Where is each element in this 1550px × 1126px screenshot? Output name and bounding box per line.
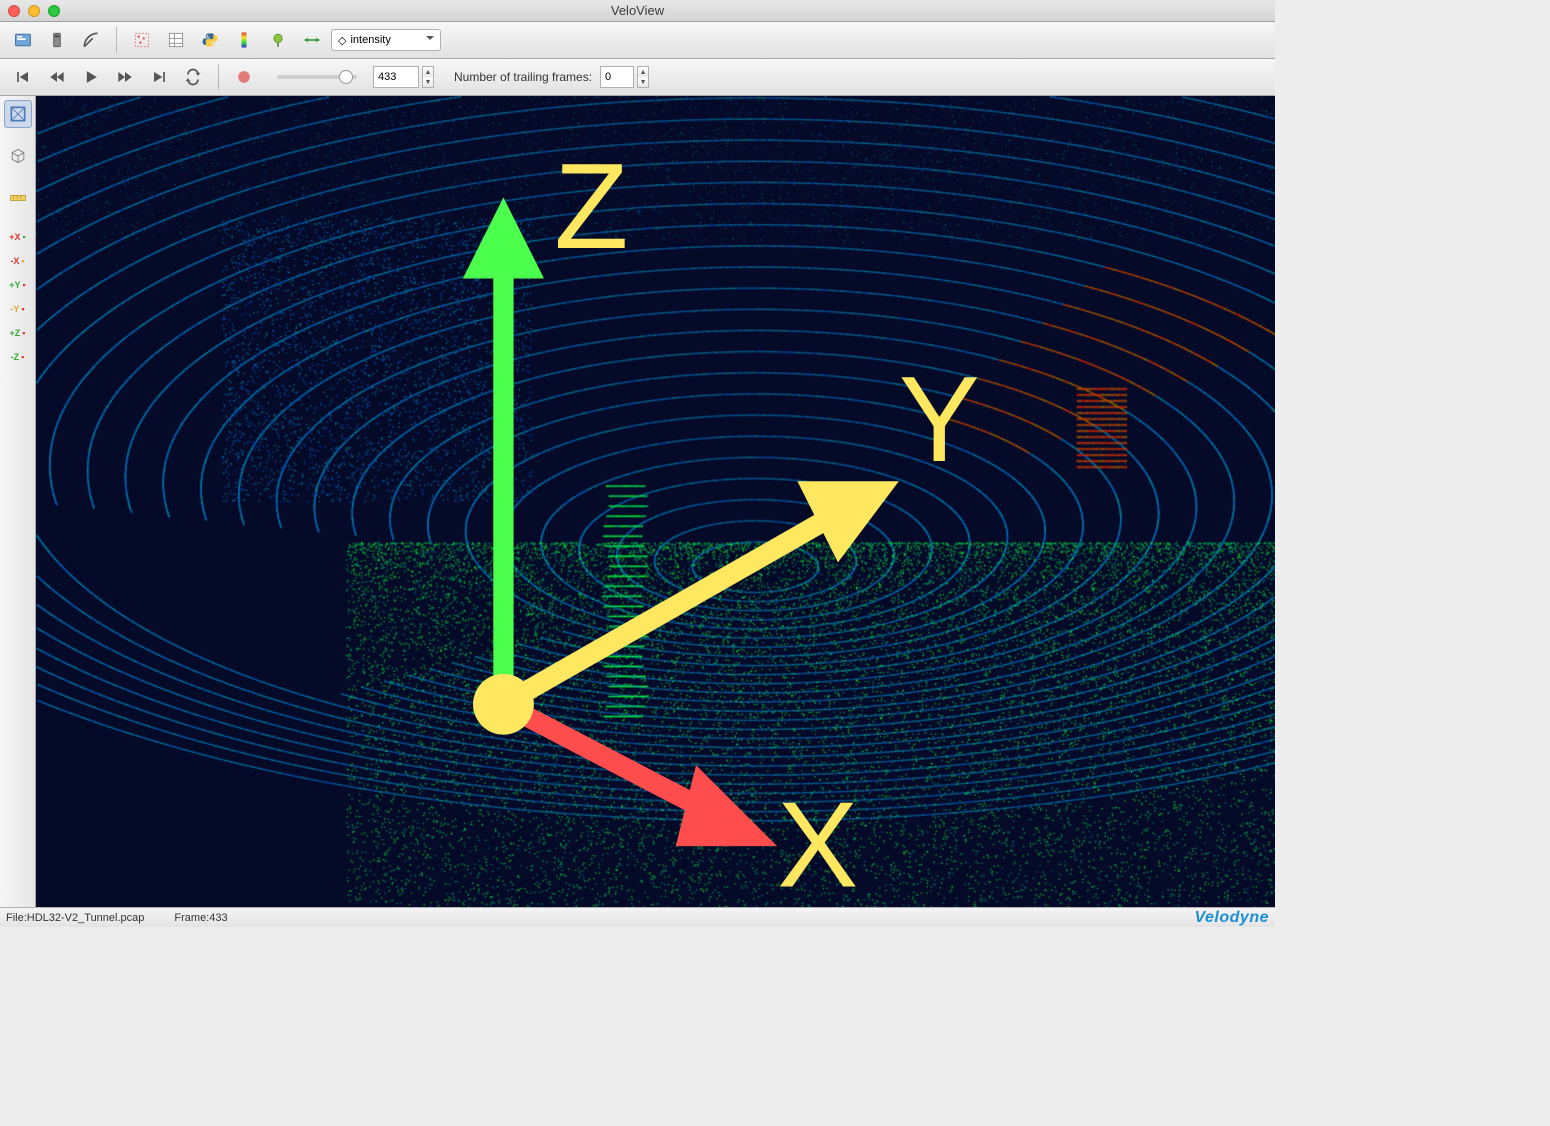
view-toolbar: +X▪ -X▪ +Y▪ -Y▪ +Z▪ -Z▪ <box>0 96 36 907</box>
axis-gizmo: Z Y X <box>36 96 1275 907</box>
view-neg-x-button[interactable]: -X▪ <box>4 250 32 272</box>
separator <box>116 27 117 53</box>
status-frame-value: 433 <box>209 912 227 924</box>
svg-text:Z: Z <box>554 138 628 274</box>
color-map-button[interactable] <box>229 26 259 54</box>
color-by-dropdown[interactable]: ◇intensity <box>331 29 441 51</box>
reset-camera-button[interactable] <box>4 100 32 128</box>
brand-logo: Velodyne <box>1194 909 1269 927</box>
trailing-frames-input[interactable]: 0 <box>600 66 634 88</box>
separator <box>218 64 219 90</box>
main-toolbar: ◇intensity <box>0 22 1275 59</box>
go-to-start-button[interactable] <box>8 63 38 91</box>
frame-spinner[interactable]: ▲▼ <box>422 66 434 88</box>
measure-button[interactable] <box>76 26 106 54</box>
crop-returns-button[interactable] <box>263 26 293 54</box>
view-pos-y-button[interactable]: +Y▪ <box>4 274 32 296</box>
playback-toolbar: 433 ▲▼ Number of trailing frames: 0 ▲▼ <box>0 59 1275 96</box>
svg-text:X: X <box>777 777 858 907</box>
ruler-button[interactable] <box>4 184 32 212</box>
orthographic-button[interactable] <box>4 142 32 170</box>
status-file-value: HDL32-V2_Tunnel.pcap <box>27 912 145 924</box>
play-button[interactable] <box>76 63 106 91</box>
step-back-button[interactable] <box>42 63 72 91</box>
view-pos-z-button[interactable]: +Z▪ <box>4 322 32 344</box>
sensor-button[interactable] <box>42 26 72 54</box>
frame-slider[interactable] <box>277 75 357 79</box>
gps-button[interactable] <box>297 26 327 54</box>
view-neg-y-button[interactable]: -Y▪ <box>4 298 32 320</box>
trailing-frames-label: Number of trailing frames: <box>454 70 592 84</box>
titlebar: VeloView <box>0 0 1275 22</box>
loop-button[interactable] <box>178 63 208 91</box>
window-title: VeloView <box>0 3 1275 18</box>
svg-text:Y: Y <box>899 351 980 487</box>
frame-number-input[interactable]: 433 <box>373 66 419 88</box>
status-frame-label: Frame: <box>174 912 209 924</box>
main-area: +X▪ -X▪ +Y▪ -Y▪ +Z▪ -Z▪ Z Y X <box>0 96 1275 907</box>
open-file-button[interactable] <box>8 26 38 54</box>
status-file-label: File: <box>6 912 27 924</box>
go-to-end-button[interactable] <box>144 63 174 91</box>
python-console-button[interactable] <box>195 26 225 54</box>
step-forward-button[interactable] <box>110 63 140 91</box>
view-pos-x-button[interactable]: +X▪ <box>4 226 32 248</box>
select-points-button[interactable] <box>127 26 157 54</box>
color-by-value: intensity <box>350 34 390 46</box>
trailing-frames-spinner[interactable]: ▲▼ <box>637 66 649 88</box>
point-cloud-viewport[interactable]: Z Y X <box>36 96 1275 907</box>
view-neg-z-button[interactable]: -Z▪ <box>4 346 32 368</box>
status-bar: File: HDL32-V2_Tunnel.pcap Frame: 433 Ve… <box>0 907 1275 927</box>
spreadsheet-button[interactable] <box>161 26 191 54</box>
record-button[interactable] <box>229 63 259 91</box>
